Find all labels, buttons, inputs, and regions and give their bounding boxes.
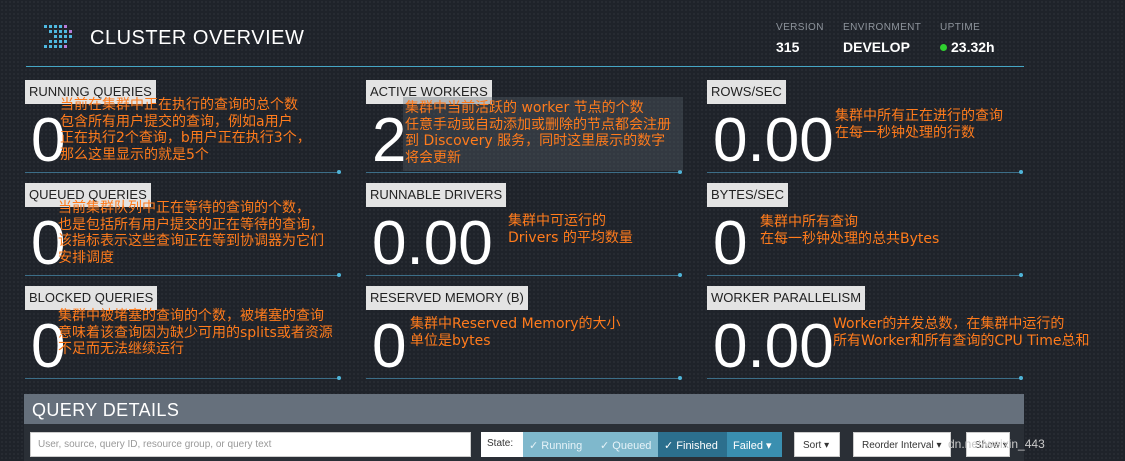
sparkline bbox=[366, 273, 682, 277]
tile-value: 0.00 bbox=[713, 106, 834, 175]
annotation-running-queries: 当前在集群中正在执行的查询的总个数 包含所有用户提交的查询，例如a用户 正在执行… bbox=[60, 97, 311, 163]
tile-label: RUNNABLE DRIVERS bbox=[366, 183, 507, 207]
caret-down-icon: ▾ bbox=[821, 440, 830, 451]
sparkline bbox=[25, 170, 341, 174]
annotation-runnable-drivers: 集群中可运行的 Drivers 的平均数量 bbox=[508, 213, 633, 246]
annotation-worker-parallelism: Worker的并发总数，在集群中运行的 所有Worker和所有查询的CPU Ti… bbox=[833, 316, 1090, 349]
sparkline-dot bbox=[337, 376, 341, 380]
uptime-value-wrap: 23.32h bbox=[940, 39, 995, 55]
tile-value: 0 bbox=[372, 312, 407, 381]
sparkline bbox=[25, 273, 341, 277]
page-title: CLUSTER OVERVIEW bbox=[90, 27, 305, 49]
tile-label: RESERVED MEMORY (B) bbox=[366, 286, 528, 310]
annotation-blocked-queries: 集群中被堵塞的查询的个数，被堵塞的查询 意味着该查询因为缺少可用的splits或… bbox=[58, 308, 333, 357]
uptime-label: UPTIME bbox=[940, 22, 981, 33]
query-details-title: QUERY DETAILS bbox=[32, 400, 180, 420]
environment-label: ENVIRONMENT bbox=[843, 22, 922, 33]
tile-value: 0.00 bbox=[713, 312, 834, 381]
query-search-input[interactable]: User, source, query ID, resource group, … bbox=[30, 432, 471, 457]
tile-label: BLOCKED QUERIES bbox=[25, 286, 158, 310]
sparkline bbox=[366, 376, 682, 380]
tile-value: 0 bbox=[713, 209, 748, 278]
annotation-queued-queries: 当前集群队列中正在等待的查询的个数， 也是包括所有用户提交的正在等待的查询， 该… bbox=[58, 200, 324, 266]
annotation-rows-sec: 集群中所有正在进行的查询 在每一秒钟处理的行数 bbox=[835, 108, 1003, 141]
sort-dropdown[interactable]: Sort ▾ bbox=[794, 432, 840, 457]
filter-queued-button[interactable]: ✓ Queued bbox=[594, 432, 658, 457]
sparkline-dot bbox=[678, 376, 682, 380]
check-icon: ✓ bbox=[664, 440, 677, 452]
tile-label: ROWS/SEC bbox=[707, 80, 786, 104]
sparkline-dot bbox=[678, 273, 682, 277]
version-label: VERSION bbox=[776, 22, 824, 33]
header-divider bbox=[26, 66, 1024, 67]
header: CLUSTER OVERVIEW VERSION 315 ENVIRONMENT… bbox=[0, 0, 1125, 70]
version-block: VERSION 315 bbox=[776, 22, 824, 55]
check-icon: ✓ bbox=[529, 440, 542, 452]
sparkline-dot bbox=[1019, 273, 1023, 277]
filter-running-button[interactable]: ✓ Running bbox=[523, 432, 594, 457]
filter-failed-dropdown[interactable]: Failed ▾ bbox=[727, 432, 782, 457]
environment-block: ENVIRONMENT DEVELOP bbox=[843, 22, 921, 55]
reorder-interval-dropdown[interactable]: Reorder Interval ▾ bbox=[853, 432, 951, 457]
sparkline-dot bbox=[1019, 170, 1023, 174]
sparkline bbox=[707, 170, 1023, 174]
caret-down-icon: ▾ bbox=[933, 440, 942, 451]
tile-value: 0.00 bbox=[372, 209, 493, 278]
sparkline bbox=[366, 170, 682, 174]
uptime-value: 23.32h bbox=[951, 39, 995, 55]
tile-label: WORKER PARALLELISM bbox=[707, 286, 866, 310]
sparkline bbox=[707, 376, 1023, 380]
tile-label: BYTES/SEC bbox=[707, 183, 788, 207]
check-icon: ✓ bbox=[600, 440, 613, 452]
sparkline bbox=[707, 273, 1023, 277]
sparkline-dot bbox=[337, 273, 341, 277]
caret-down-icon: ▾ bbox=[762, 440, 772, 452]
sparkline-dot bbox=[337, 170, 341, 174]
uptime-block: UPTIME 23.32h bbox=[940, 22, 995, 55]
annotation-active-workers: 集群中当前活跃的 worker 节点的个数 任意手动或自动添加或删除的节点都会注… bbox=[405, 100, 671, 166]
annotation-bytes-sec: 集群中所有查询 在每一秒钟处理的总共Bytes bbox=[760, 214, 940, 247]
sparkline bbox=[25, 376, 341, 380]
state-label: State: bbox=[481, 432, 523, 457]
watermark: dn.net/weixin_443 bbox=[948, 437, 1045, 451]
annotation-reserved-memory: 集群中Reserved Memory的大小 单位是bytes bbox=[410, 316, 621, 349]
tile-value: 2 bbox=[372, 106, 407, 175]
sparkline-dot bbox=[1019, 376, 1023, 380]
filter-finished-button[interactable]: ✓ Finished bbox=[658, 432, 727, 457]
status-dot-icon bbox=[940, 44, 947, 51]
version-value: 315 bbox=[776, 39, 800, 55]
logo-icon bbox=[44, 25, 72, 48]
environment-value: DEVELOP bbox=[843, 39, 910, 55]
